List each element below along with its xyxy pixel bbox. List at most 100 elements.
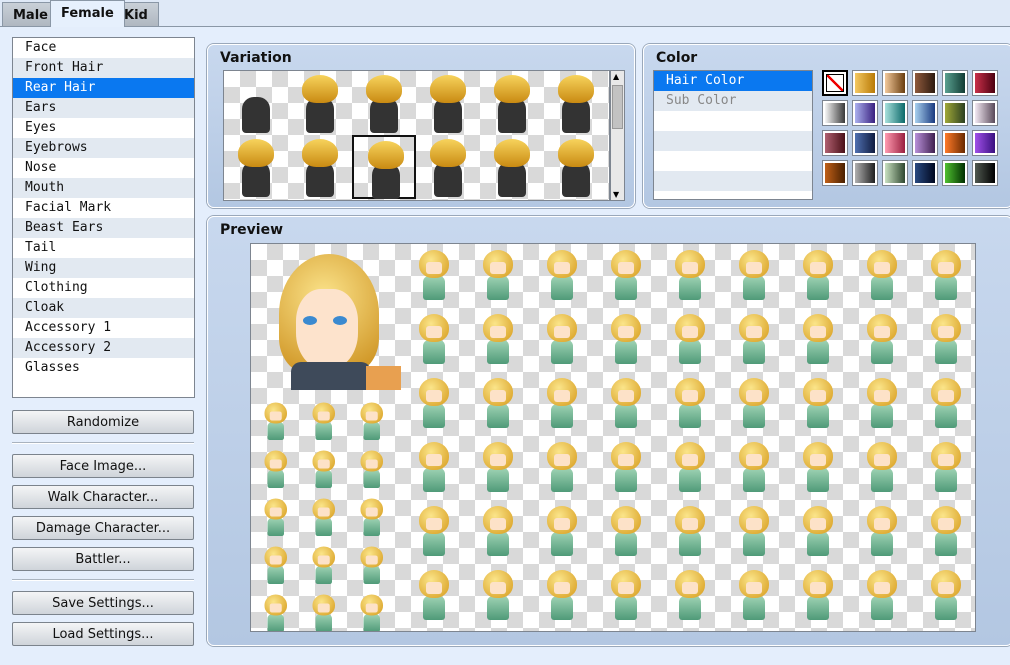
color-swatch[interactable] bbox=[882, 100, 908, 126]
empty-row bbox=[654, 131, 812, 151]
color-swatch[interactable] bbox=[822, 130, 848, 156]
variation-option[interactable] bbox=[416, 135, 480, 199]
battler-sprite bbox=[657, 564, 721, 628]
part-item[interactable]: Nose bbox=[13, 158, 194, 178]
face-portrait bbox=[251, 244, 401, 390]
part-item[interactable]: Front Hair bbox=[13, 58, 194, 78]
color-swatch[interactable] bbox=[882, 160, 908, 186]
color-target-item[interactable]: Hair Color bbox=[654, 71, 812, 91]
part-item[interactable]: Accessory 1 bbox=[13, 318, 194, 338]
battler-sprite bbox=[401, 564, 465, 628]
color-swatch[interactable] bbox=[852, 100, 878, 126]
battler-sprite bbox=[401, 308, 465, 372]
part-item[interactable]: Eyebrows bbox=[13, 138, 194, 158]
walk-sprite bbox=[347, 542, 395, 590]
battler-sprite bbox=[529, 436, 593, 500]
randomize-button[interactable]: Randomize bbox=[12, 410, 194, 434]
color-swatch[interactable] bbox=[942, 160, 968, 186]
variation-option[interactable] bbox=[480, 135, 544, 199]
color-swatch[interactable] bbox=[972, 130, 998, 156]
part-item[interactable]: Cloak bbox=[13, 298, 194, 318]
color-target-list[interactable]: Hair Color Sub Color bbox=[653, 70, 813, 200]
preview-title: Preview bbox=[220, 222, 284, 238]
variation-option[interactable] bbox=[288, 135, 352, 199]
variation-option[interactable] bbox=[480, 71, 544, 135]
battler-sprite bbox=[913, 564, 975, 628]
battler-sprite bbox=[721, 244, 785, 308]
scroll-thumb[interactable] bbox=[612, 85, 623, 129]
battler-sprite bbox=[465, 564, 529, 628]
variation-grid[interactable] bbox=[223, 70, 610, 201]
color-swatch[interactable] bbox=[942, 100, 968, 126]
part-item[interactable]: Face bbox=[13, 38, 194, 58]
battler-sprite bbox=[849, 436, 913, 500]
part-item[interactable]: Ears bbox=[13, 98, 194, 118]
color-swatch[interactable] bbox=[912, 70, 938, 96]
part-item[interactable]: Mouth bbox=[13, 178, 194, 198]
save-settings-button[interactable]: Save Settings... bbox=[12, 591, 194, 615]
color-swatch[interactable] bbox=[912, 160, 938, 186]
battler-sprite bbox=[721, 372, 785, 436]
variation-scrollbar[interactable]: ▲ ▼ bbox=[610, 70, 625, 201]
color-swatch[interactable] bbox=[972, 100, 998, 126]
face-image-button[interactable]: Face Image... bbox=[12, 454, 194, 478]
color-target-item[interactable]: Sub Color bbox=[654, 91, 812, 111]
battler-sprite bbox=[657, 244, 721, 308]
part-item[interactable]: Glasses bbox=[13, 358, 194, 378]
battler-sprite bbox=[465, 436, 529, 500]
battler-button[interactable]: Battler... bbox=[12, 547, 194, 571]
battler-sprite bbox=[849, 500, 913, 564]
color-swatch[interactable] bbox=[882, 70, 908, 96]
color-swatch[interactable] bbox=[972, 70, 998, 96]
color-swatch[interactable] bbox=[822, 160, 848, 186]
walk-sprite bbox=[251, 398, 299, 446]
walk-sprite bbox=[347, 446, 395, 494]
part-item[interactable]: Tail bbox=[13, 238, 194, 258]
load-settings-button[interactable]: Load Settings... bbox=[12, 622, 194, 646]
scroll-down-icon[interactable]: ▼ bbox=[613, 190, 619, 199]
preview-canvas bbox=[250, 243, 976, 632]
battler-sprite bbox=[593, 500, 657, 564]
variation-option[interactable] bbox=[352, 135, 416, 199]
part-item[interactable]: Accessory 2 bbox=[13, 338, 194, 358]
battler-sprite bbox=[721, 308, 785, 372]
part-item[interactable]: Rear Hair bbox=[13, 78, 194, 98]
color-swatch[interactable] bbox=[852, 70, 878, 96]
no-color-swatch[interactable] bbox=[822, 70, 848, 96]
part-item[interactable]: Clothing bbox=[13, 278, 194, 298]
tab-female[interactable]: Female bbox=[50, 0, 125, 27]
variation-option[interactable] bbox=[224, 135, 288, 199]
battler-sprite bbox=[785, 564, 849, 628]
parts-list[interactable]: Face Front Hair Rear Hair Ears Eyes Eyebrows N… bbox=[12, 37, 195, 398]
variation-option[interactable] bbox=[416, 71, 480, 135]
color-swatch[interactable] bbox=[942, 70, 968, 96]
scroll-up-icon[interactable]: ▲ bbox=[613, 72, 619, 81]
color-swatch[interactable] bbox=[852, 160, 878, 186]
battler-sprite bbox=[401, 500, 465, 564]
empty-row bbox=[654, 151, 812, 171]
color-swatch[interactable] bbox=[972, 160, 998, 186]
variation-option[interactable] bbox=[544, 71, 608, 135]
color-swatch[interactable] bbox=[882, 130, 908, 156]
battler-sprite bbox=[913, 372, 975, 436]
variation-option[interactable] bbox=[224, 71, 288, 135]
battler-sprite bbox=[913, 308, 975, 372]
variation-option[interactable] bbox=[288, 71, 352, 135]
divider bbox=[12, 442, 194, 444]
color-swatch[interactable] bbox=[852, 130, 878, 156]
part-item[interactable]: Beast Ears bbox=[13, 218, 194, 238]
variation-option[interactable] bbox=[352, 71, 416, 135]
part-item[interactable]: Facial Mark bbox=[13, 198, 194, 218]
variation-option[interactable] bbox=[544, 135, 608, 199]
part-item[interactable]: Wing bbox=[13, 258, 194, 278]
color-swatch[interactable] bbox=[912, 130, 938, 156]
color-swatch[interactable] bbox=[912, 100, 938, 126]
color-swatch[interactable] bbox=[822, 100, 848, 126]
walk-sprite bbox=[251, 542, 299, 590]
part-item[interactable]: Eyes bbox=[13, 118, 194, 138]
walk-character-button[interactable]: Walk Character... bbox=[12, 485, 194, 509]
damage-character-button[interactable]: Damage Character... bbox=[12, 516, 194, 540]
battler-sprite bbox=[849, 308, 913, 372]
color-swatch[interactable] bbox=[942, 130, 968, 156]
battler-sprite bbox=[785, 500, 849, 564]
